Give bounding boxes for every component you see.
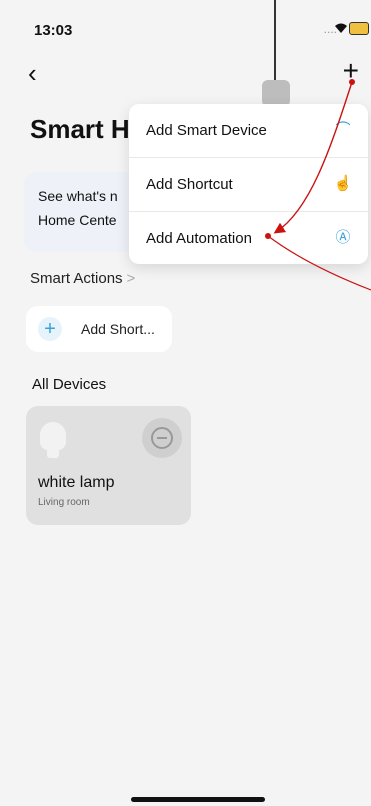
annotation-arrows: [265, 79, 371, 291]
annotation-arrow: [273, 81, 353, 234]
home-indicator: [131, 797, 265, 802]
annotation-line: [267, 235, 371, 291]
annotation-dot: [349, 79, 355, 85]
